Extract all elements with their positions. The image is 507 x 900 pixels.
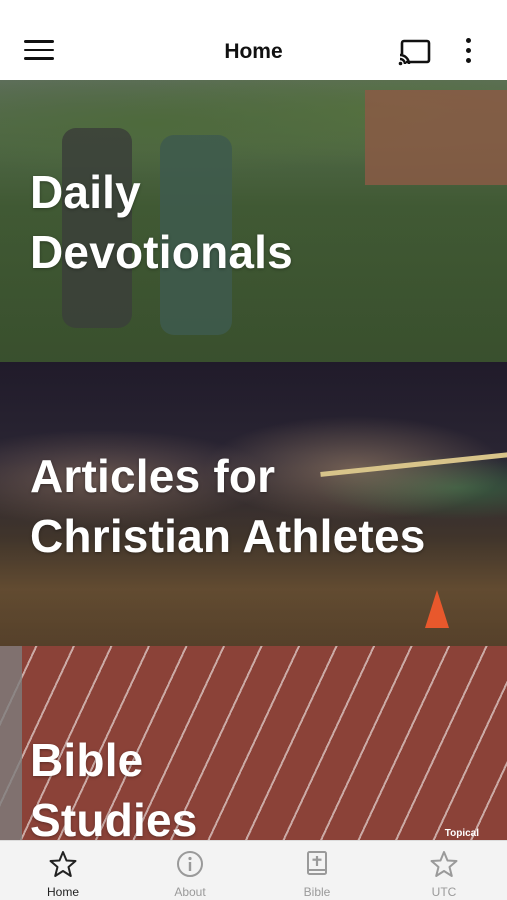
background-building <box>365 90 507 185</box>
nav-label: UTC <box>431 885 457 899</box>
app-bar: Home <box>0 0 507 80</box>
nav-label: Bible <box>303 885 331 899</box>
topical-watermark: Topical <box>444 828 479 839</box>
category-panels: Daily Devotionals Articles for Christian… <box>0 80 507 840</box>
track-edge <box>0 646 22 840</box>
nav-bible[interactable]: Bible <box>254 841 380 900</box>
title-line: Daily <box>30 166 141 218</box>
articles-card[interactable]: Articles for Christian Athletes <box>0 362 507 646</box>
star-icon <box>49 850 77 878</box>
cast-icon[interactable] <box>398 38 432 66</box>
title-line: Christian Athletes <box>30 510 426 562</box>
title-line: Articles for <box>30 450 276 502</box>
bible-studies-title: Bible Studies <box>30 730 198 840</box>
bible-studies-card[interactable]: Bible Studies Topical <box>0 646 507 840</box>
daily-devotionals-card[interactable]: Daily Devotionals <box>0 80 507 362</box>
daily-devotionals-title: Daily Devotionals <box>30 162 293 282</box>
nav-label: Home <box>46 885 79 899</box>
info-icon <box>176 850 204 878</box>
nav-label: About <box>174 885 206 899</box>
bible-book-icon <box>303 850 331 878</box>
nav-utc[interactable]: UTC <box>381 841 507 900</box>
title-line: Studies <box>30 794 198 840</box>
nav-about[interactable]: About <box>127 841 253 900</box>
title-line: Devotionals <box>30 226 293 278</box>
star-icon <box>430 850 458 878</box>
title-line: Bible <box>30 734 144 786</box>
more-vertical-icon[interactable] <box>458 38 478 68</box>
bottom-navigation: Home About Bible UTC <box>0 840 507 900</box>
traffic-cone <box>425 590 449 628</box>
nav-home[interactable]: Home <box>0 841 126 900</box>
articles-title: Articles for Christian Athletes <box>30 446 426 566</box>
